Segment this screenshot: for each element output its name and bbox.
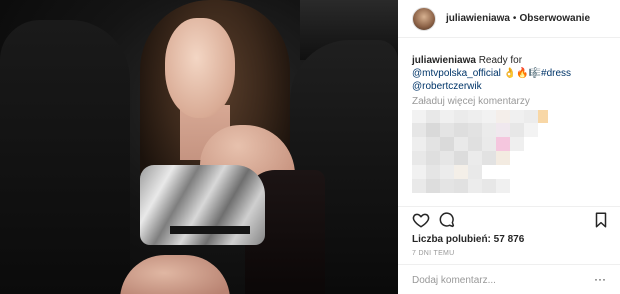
pixel-block <box>468 151 482 165</box>
pixel-block <box>454 151 468 165</box>
caption-emoji: 👌🔥🎼 <box>503 68 542 79</box>
pixel-block <box>468 137 482 151</box>
comment-input[interactable] <box>412 273 572 287</box>
car-seat-left <box>0 20 130 294</box>
pixel-block <box>412 151 426 165</box>
pixel-block <box>538 110 548 123</box>
likes-count[interactable]: Liczba polubień: 57 876 <box>412 234 524 245</box>
pixel-block <box>412 137 426 151</box>
pixel-block <box>496 179 510 193</box>
post-photo[interactable] <box>0 0 398 294</box>
pixel-block <box>482 151 496 165</box>
pixel-block <box>440 179 454 193</box>
heart-icon[interactable] <box>412 211 430 229</box>
caption-hashtag[interactable]: #dress <box>541 68 571 79</box>
instagram-post: juliawieniawa • Obserwowanie juliawienia… <box>0 0 620 294</box>
pixel-block <box>482 110 496 123</box>
pixel-block <box>468 165 482 179</box>
pixel-block <box>454 165 468 179</box>
pixel-block <box>496 137 510 151</box>
pixel-block <box>426 179 440 193</box>
caption-username[interactable]: juliawieniawa <box>412 55 476 66</box>
header-separator: • <box>512 13 517 24</box>
comment-icon[interactable] <box>438 211 456 229</box>
pixel-block <box>412 165 426 179</box>
follow-button[interactable]: Obserwowanie <box>519 13 590 24</box>
pixel-block <box>510 110 524 123</box>
pixel-block <box>440 165 454 179</box>
pixel-block <box>412 110 426 123</box>
comment-bar: ··· <box>398 264 620 294</box>
post-timestamp[interactable]: 7 DNI TEMU <box>412 250 455 257</box>
face <box>165 18 235 118</box>
pixel-block <box>482 137 496 151</box>
pixel-block <box>524 110 538 123</box>
likes-number: 57 876 <box>493 234 525 245</box>
pixel-block <box>468 123 482 137</box>
caption-mention-2[interactable]: @robertczerwik <box>412 81 482 92</box>
pixel-block <box>454 137 468 151</box>
dress-belt <box>170 226 250 234</box>
pixel-block <box>510 137 524 151</box>
pixel-block <box>440 151 454 165</box>
pixel-block <box>510 123 524 137</box>
pixel-block <box>468 179 482 193</box>
post-sidebar: juliawieniawa • Obserwowanie juliawienia… <box>398 0 620 294</box>
pixel-block <box>440 137 454 151</box>
caption: juliawieniawa Ready for @mtvpolska_offic… <box>412 54 612 93</box>
pixel-block <box>454 110 468 123</box>
pixel-block <box>426 151 440 165</box>
header-username[interactable]: juliawieniawa <box>446 13 510 24</box>
bookmark-icon[interactable] <box>592 211 610 229</box>
pixel-block <box>468 110 482 123</box>
post-header: juliawieniawa • Obserwowanie <box>398 0 620 38</box>
pixel-block <box>426 123 440 137</box>
pixel-block <box>524 123 538 137</box>
pixel-block <box>412 123 426 137</box>
pixel-block <box>426 137 440 151</box>
pixel-block <box>496 123 510 137</box>
pixel-block <box>482 123 496 137</box>
caption-mention[interactable]: @mtvpolska_official <box>412 68 501 79</box>
likes-label: Liczba polubień: <box>412 234 491 245</box>
pixelated-comments <box>412 110 552 205</box>
more-options-icon[interactable]: ··· <box>594 273 606 285</box>
pixel-block <box>440 123 454 137</box>
caption-text: Ready for <box>478 55 523 66</box>
pixel-block <box>496 110 510 123</box>
pixel-block <box>454 179 468 193</box>
pixel-block <box>426 165 440 179</box>
leg <box>120 255 230 294</box>
pixel-block <box>440 110 454 123</box>
action-bar <box>398 206 620 230</box>
avatar[interactable] <box>412 6 436 31</box>
pixel-block <box>426 110 440 123</box>
pixel-block <box>482 179 496 193</box>
load-more-comments-button[interactable]: Załaduj więcej komentarzy <box>412 96 530 107</box>
pixel-block <box>412 179 426 193</box>
pixel-block <box>454 123 468 137</box>
pixel-block <box>496 151 510 165</box>
